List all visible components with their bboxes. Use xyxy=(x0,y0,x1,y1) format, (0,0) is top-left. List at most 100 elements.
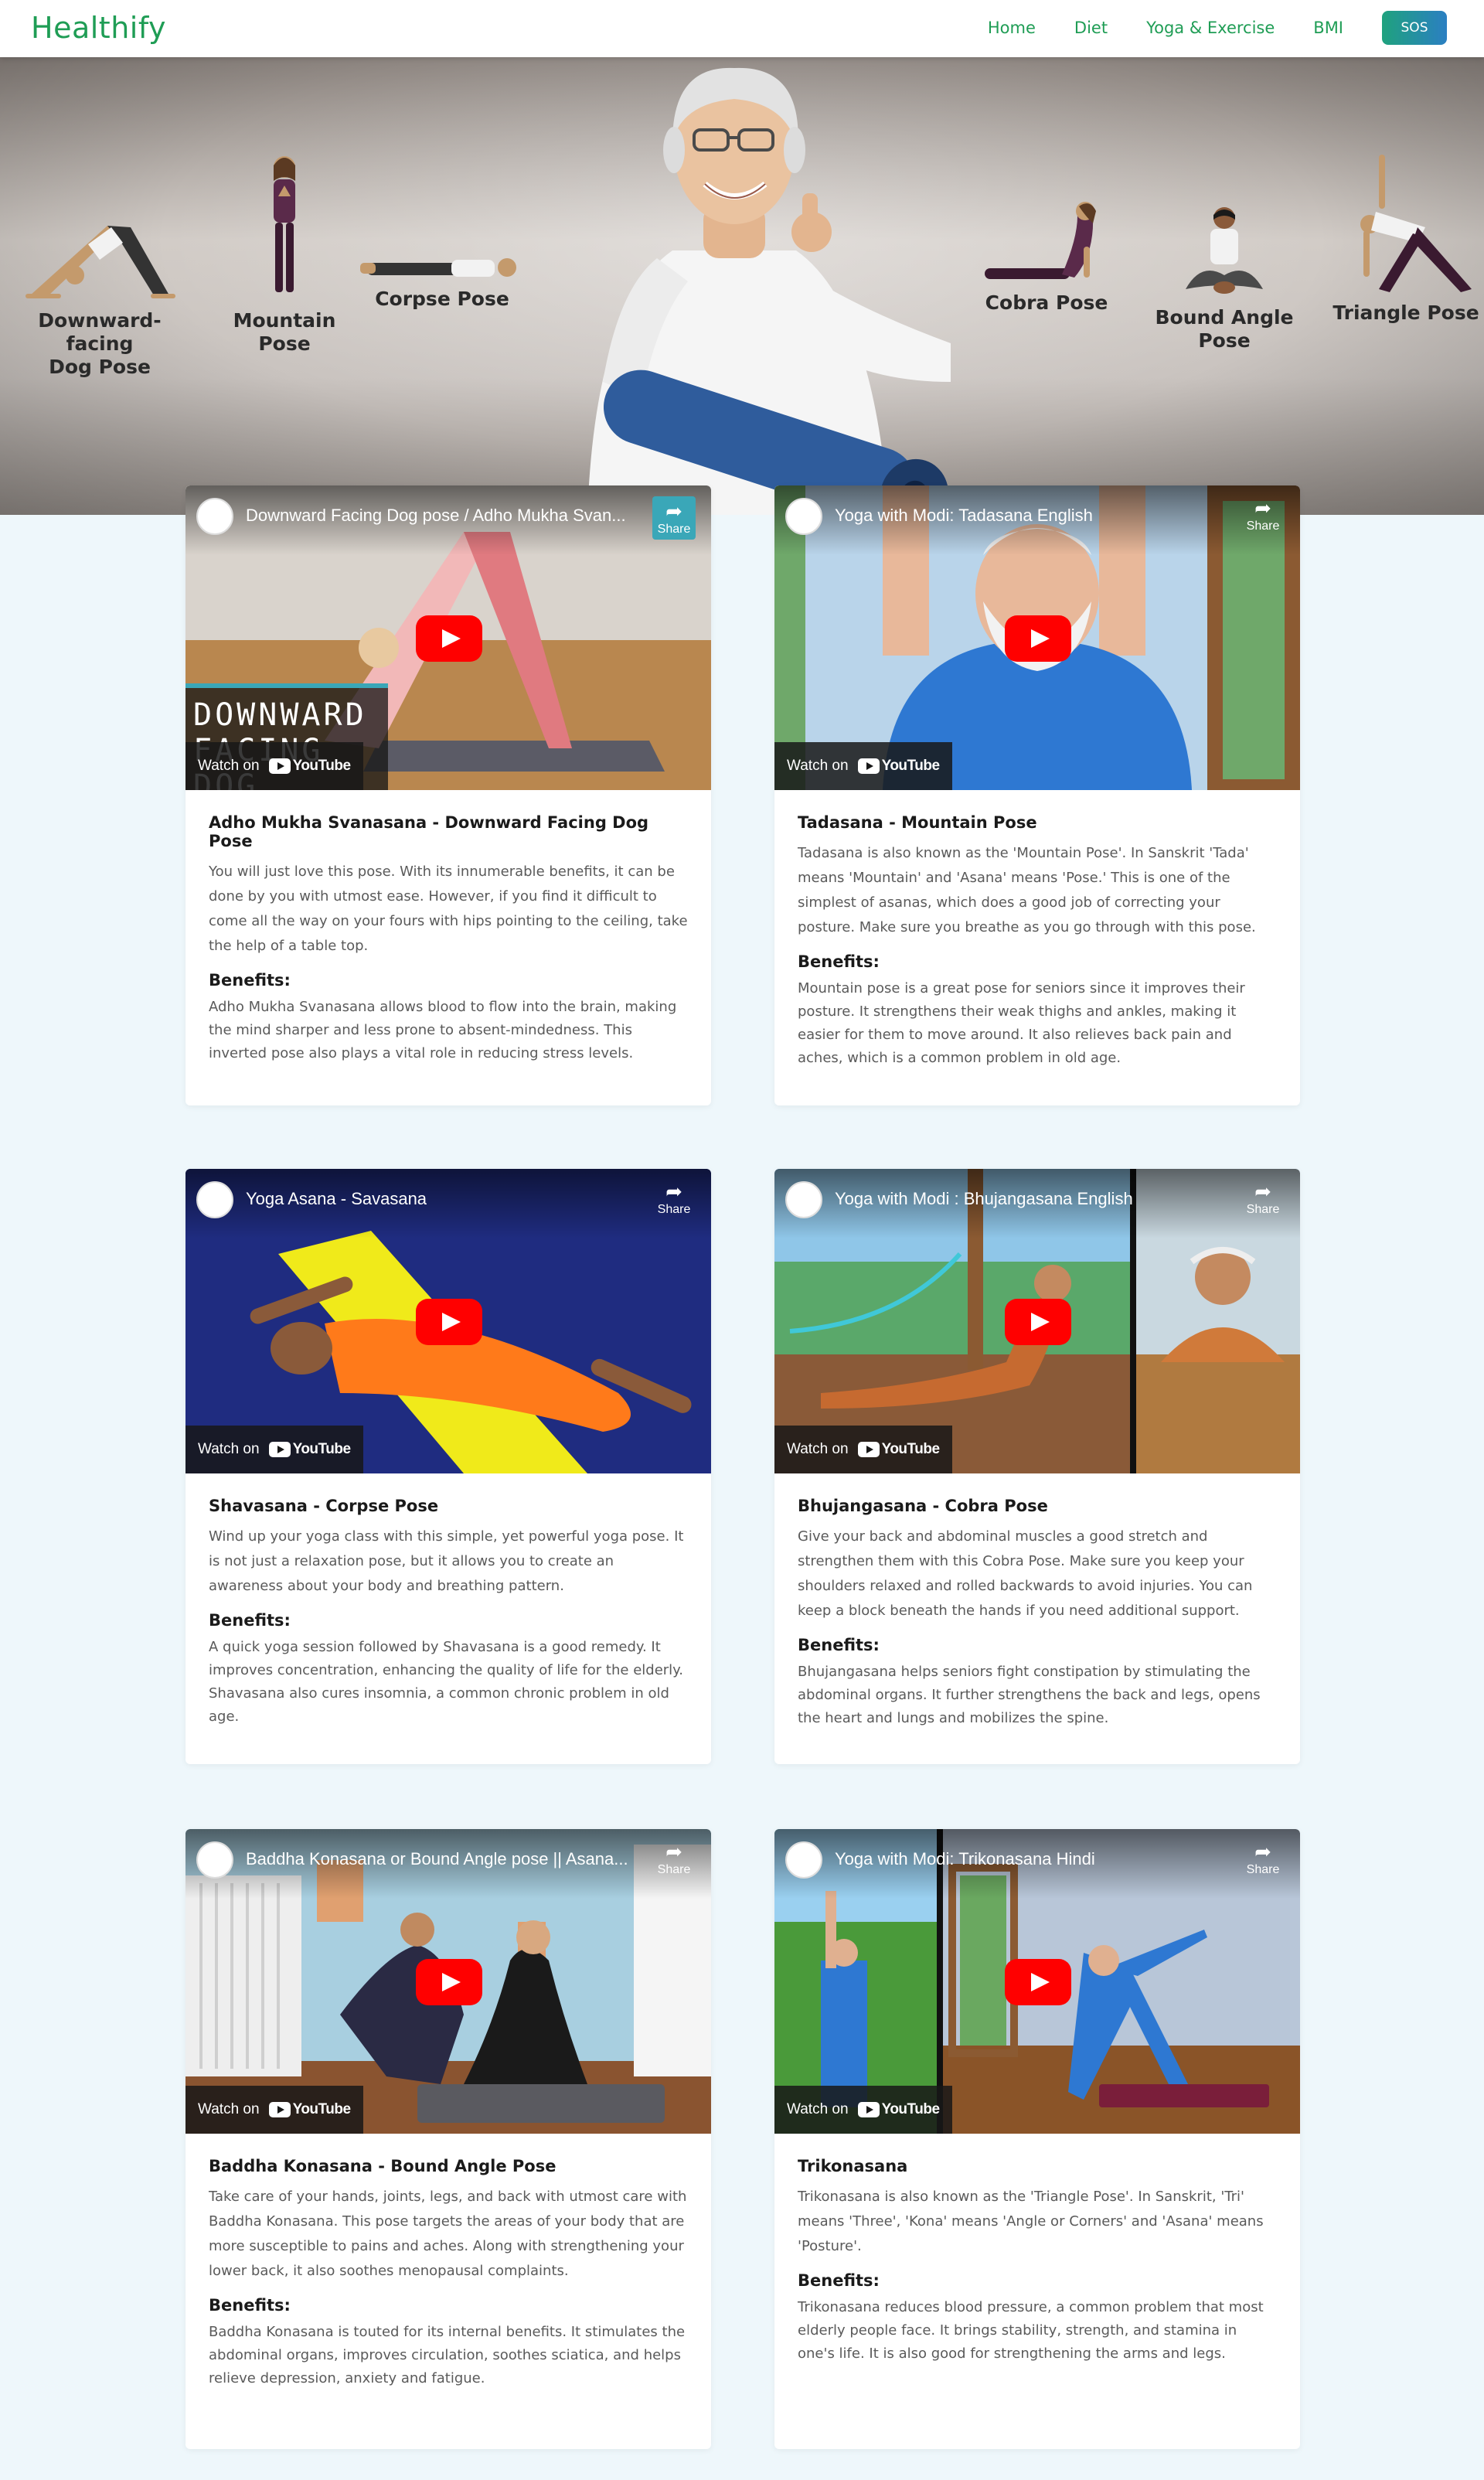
hero-banner: Downward-facing Dog Pose Mountain Pose C… xyxy=(0,57,1484,515)
watch-on-youtube[interactable]: Watch on YouTube xyxy=(186,742,363,790)
watch-on-label: Watch on xyxy=(198,758,260,774)
channel-avatar[interactable] xyxy=(785,498,822,535)
benefits-heading: Benefits: xyxy=(798,952,880,971)
benefits-heading: Benefits: xyxy=(209,971,291,990)
video-embed[interactable]: Yoga with Modi: Tadasana English ➦ Share… xyxy=(774,485,1300,790)
share-icon: ➦ xyxy=(665,1180,682,1203)
share-icon: ➦ xyxy=(665,499,682,523)
card-description: Tadasana is also known as the 'Mountain … xyxy=(798,845,1256,935)
card-title: Bhujangasana - Cobra Pose xyxy=(798,1497,1048,1515)
yoga-card-bound-angle: Baddha Konasana or Bound Angle pose || A… xyxy=(186,1829,711,2449)
youtube-icon xyxy=(268,2102,291,2117)
card-description: Wind up your yoga class with this simple… xyxy=(209,1528,684,1594)
channel-avatar[interactable] xyxy=(785,1841,822,1879)
channel-avatar[interactable] xyxy=(196,1181,233,1218)
share-icon: ➦ xyxy=(1254,1180,1271,1203)
youtube-logo: YouTube xyxy=(268,2101,351,2118)
benefits-text: Mountain pose is a great pose for senior… xyxy=(798,980,1245,1066)
share-button[interactable]: ➦ Share xyxy=(652,496,696,540)
video-embed[interactable]: DOWNWARD FACING DOG Downward Facing Dog … xyxy=(186,485,711,790)
yoga-card-cobra: Yoga with Modi : Bhujangasana English ➦ … xyxy=(774,1169,1300,1764)
play-button[interactable] xyxy=(1005,1959,1071,2005)
yoga-card-downward-dog: DOWNWARD FACING DOG Downward Facing Dog … xyxy=(186,485,711,1105)
share-label: Share xyxy=(1246,1863,1280,1876)
nav-link-diet[interactable]: Diet xyxy=(1074,19,1108,37)
watch-on-youtube[interactable]: Watch on YouTube xyxy=(774,2086,952,2134)
card-title: Shavasana - Corpse Pose xyxy=(209,1497,439,1515)
nav-link-bmi[interactable]: BMI xyxy=(1313,19,1343,37)
mountain-pose-figure-icon xyxy=(274,156,295,292)
video-title[interactable]: Downward Facing Dog pose / Adho Mukha Sv… xyxy=(246,506,632,526)
video-embed[interactable]: Baddha Konasana or Bound Angle pose || A… xyxy=(186,1829,711,2134)
youtube-logo: YouTube xyxy=(857,2101,940,2118)
share-button[interactable]: ➦ Share xyxy=(652,1180,696,1217)
video-title[interactable]: Yoga with Modi : Bhujangasana English xyxy=(835,1189,1221,1209)
share-label: Share xyxy=(657,1863,691,1876)
channel-avatar[interactable] xyxy=(196,498,233,535)
nav-link-home[interactable]: Home xyxy=(988,19,1036,37)
card-body: Bhujangasana - Cobra Pose Give your back… xyxy=(774,1473,1300,1764)
watch-on-youtube[interactable]: Watch on YouTube xyxy=(774,742,952,790)
share-icon: ➦ xyxy=(1254,496,1271,520)
video-title[interactable]: Yoga Asana - Savasana xyxy=(246,1189,632,1209)
brand-logo[interactable]: Healthify xyxy=(31,11,166,45)
watch-on-youtube[interactable]: Watch on YouTube xyxy=(186,2086,363,2134)
video-title[interactable]: Yoga with Modi: Tadasana English xyxy=(835,506,1221,526)
video-embed[interactable]: Yoga Asana - Savasana ➦ Share Watch on Y… xyxy=(186,1169,711,1473)
channel-avatar[interactable] xyxy=(785,1181,822,1218)
pose-label: Cobra Pose xyxy=(985,291,1108,314)
youtube-logo: YouTube xyxy=(857,758,940,775)
channel-avatar[interactable] xyxy=(196,1841,233,1879)
share-button[interactable]: ➦ Share xyxy=(1241,496,1285,533)
downward-dog-figure-icon xyxy=(26,226,175,298)
benefits-heading: Benefits: xyxy=(209,2296,291,2315)
pose-label: Downward-facing xyxy=(38,309,162,355)
card-description: Give your back and abdominal muscles a g… xyxy=(798,1528,1253,1619)
sos-button[interactable]: SOS xyxy=(1382,11,1447,45)
cobra-pose-figure-icon xyxy=(985,202,1096,279)
card-description: Take care of your hands, joints, legs, a… xyxy=(209,2189,687,2279)
watch-on-youtube[interactable]: Watch on YouTube xyxy=(774,1426,952,1473)
card-title: Trikonasana xyxy=(798,2157,908,2175)
nav-link-yoga-exercise[interactable]: Yoga & Exercise xyxy=(1146,19,1275,37)
youtube-label: YouTube xyxy=(881,1441,940,1457)
card-body: Shavasana - Corpse Pose Wind up your yog… xyxy=(186,1473,711,1764)
play-button[interactable] xyxy=(416,1959,482,2005)
benefits-heading: Benefits: xyxy=(209,1611,291,1630)
benefits-heading: Benefits: xyxy=(798,2271,880,2290)
youtube-logo: YouTube xyxy=(268,1441,351,1458)
youtube-label: YouTube xyxy=(292,758,351,774)
pose-cobra: Cobra Pose xyxy=(969,200,1124,315)
benefits-text: Adho Mukha Svanasana allows blood to flo… xyxy=(209,999,677,1061)
pose-corpse: Corpse Pose xyxy=(359,249,526,311)
card-title: Baddha Konasana - Bound Angle Pose xyxy=(209,2157,556,2175)
watch-on-label: Watch on xyxy=(787,758,849,774)
watch-on-label: Watch on xyxy=(787,1441,849,1457)
card-title: Adho Mukha Svanasana - Downward Facing D… xyxy=(209,813,649,850)
card-description: Trikonasana is also known as the 'Triang… xyxy=(798,2189,1264,2254)
share-label: Share xyxy=(1246,1203,1280,1216)
share-button[interactable]: ➦ Share xyxy=(652,1840,696,1877)
watch-on-youtube[interactable]: Watch on YouTube xyxy=(186,1426,363,1473)
share-button[interactable]: ➦ Share xyxy=(1241,1840,1285,1877)
bound-angle-pose-figure-icon xyxy=(1186,207,1263,294)
play-button[interactable] xyxy=(416,615,482,662)
card-title: Tadasana - Mountain Pose xyxy=(798,813,1037,832)
youtube-label: YouTube xyxy=(881,2101,940,2117)
video-embed[interactable]: Yoga with Modi: Trikonasana Hindi ➦ Shar… xyxy=(774,1829,1300,2134)
card-body: Adho Mukha Svanasana - Downward Facing D… xyxy=(186,790,711,1105)
play-button[interactable] xyxy=(1005,1299,1071,1345)
pose-triangle: Triangle Pose xyxy=(1325,150,1484,325)
card-body: Tadasana - Mountain Pose Tadasana is als… xyxy=(774,790,1300,1105)
play-button[interactable] xyxy=(1005,615,1071,662)
youtube-icon xyxy=(857,758,880,774)
share-button[interactable]: ➦ Share xyxy=(1241,1180,1285,1217)
video-embed[interactable]: Yoga with Modi : Bhujangasana English ➦ … xyxy=(774,1169,1300,1473)
benefits-text: Trikonasana reduces blood pressure, a co… xyxy=(798,2299,1264,2362)
navbar: Healthify Home Diet Yoga & Exercise BMI … xyxy=(0,0,1484,57)
video-title[interactable]: Yoga with Modi: Trikonasana Hindi xyxy=(835,1849,1221,1869)
yoga-card-corpse: Yoga Asana - Savasana ➦ Share Watch on Y… xyxy=(186,1169,711,1764)
play-button[interactable] xyxy=(416,1299,482,1345)
youtube-label: YouTube xyxy=(292,2101,351,2117)
video-title[interactable]: Baddha Konasana or Bound Angle pose || A… xyxy=(246,1849,632,1869)
